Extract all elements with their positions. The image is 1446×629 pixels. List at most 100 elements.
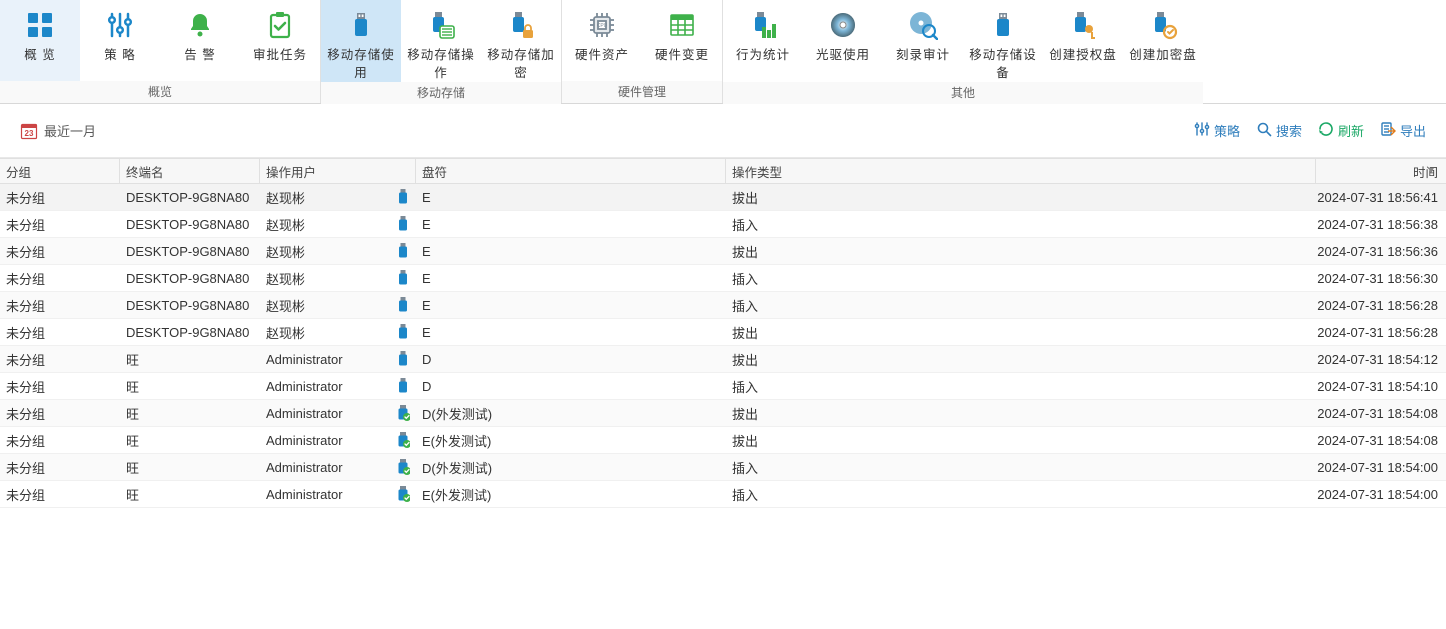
cell-time: 2024-07-31 18:56:28 bbox=[1316, 298, 1444, 313]
ribbon-create-enc[interactable]: 创建加密盘 bbox=[1123, 0, 1203, 82]
table-row[interactable]: 未分组DESKTOP-9G8NA80赵现彬E拔出2024-07-31 18:56… bbox=[0, 184, 1446, 211]
cell-host: 旺 bbox=[120, 350, 260, 369]
table-body: 未分组DESKTOP-9G8NA80赵现彬E拔出2024-07-31 18:56… bbox=[0, 184, 1446, 508]
table-row[interactable]: 未分组旺AdministratorD拔出2024-07-31 18:54:12 bbox=[0, 346, 1446, 373]
cell-user: Administrator bbox=[260, 487, 390, 502]
cell-time: 2024-07-31 18:54:08 bbox=[1316, 433, 1444, 448]
cell-user: 赵现彬 bbox=[260, 269, 390, 288]
ribbon-overview[interactable]: 概 览 bbox=[0, 0, 80, 81]
cell-time: 2024-07-31 18:54:12 bbox=[1316, 352, 1444, 367]
calendar-day-number: 23 bbox=[25, 129, 34, 138]
col-user[interactable]: 操作用户 bbox=[260, 159, 416, 183]
ribbon-item-label: 创建授权盘 bbox=[1049, 46, 1117, 64]
cell-user: Administrator bbox=[260, 433, 390, 448]
grid-icon bbox=[23, 8, 57, 42]
cell-host: 旺 bbox=[120, 404, 260, 423]
cell-user: Administrator bbox=[260, 406, 390, 421]
cell-group: 未分组 bbox=[0, 323, 120, 342]
usb-chart-icon bbox=[746, 8, 780, 42]
ribbon-group: 行为统计光驱使用刻录审计移动存储设备创建授权盘创建加密盘其他 bbox=[723, 0, 1203, 103]
table-row[interactable]: 未分组旺AdministratorD(外发测试)插入2024-07-31 18:… bbox=[0, 454, 1446, 481]
cell-drive: D bbox=[416, 379, 726, 394]
ribbon-hw-change[interactable]: 硬件变更 bbox=[642, 0, 722, 81]
events-table: 分组 终端名 操作用户 盘符 操作类型 时间 ▼ 未分组DESKTOP-9G8N… bbox=[0, 158, 1446, 508]
policy-button[interactable]: 策略 bbox=[1194, 121, 1240, 140]
col-host[interactable]: 终端名 bbox=[120, 159, 260, 183]
table-row[interactable]: 未分组旺AdministratorE(外发测试)拔出2024-07-31 18:… bbox=[0, 427, 1446, 454]
usb-icon bbox=[390, 324, 416, 340]
sliders-icon bbox=[103, 8, 137, 42]
cell-host: 旺 bbox=[120, 431, 260, 450]
ribbon-group-title: 概览 bbox=[0, 81, 320, 103]
cell-host: DESKTOP-9G8NA80 bbox=[120, 271, 260, 286]
col-group[interactable]: 分组 bbox=[0, 159, 120, 183]
ribbon-hw-asset[interactable]: CPU硬件资产 bbox=[562, 0, 642, 81]
cell-host: DESKTOP-9G8NA80 bbox=[120, 298, 260, 313]
ribbon-usb-op[interactable]: 移动存储操作 bbox=[401, 0, 481, 82]
cell-op: 拔出 bbox=[726, 350, 1316, 369]
clipboard-icon bbox=[263, 8, 297, 42]
cell-drive: E(外发测试) bbox=[416, 431, 726, 450]
usb-icon bbox=[986, 8, 1020, 42]
cell-drive: E bbox=[416, 325, 726, 340]
col-drive[interactable]: 盘符 bbox=[416, 159, 726, 183]
ribbon-alert[interactable]: 告 警 bbox=[160, 0, 240, 81]
col-op[interactable]: 操作类型 bbox=[726, 159, 1316, 183]
cell-user: 赵现彬 bbox=[260, 215, 390, 234]
table-row[interactable]: 未分组DESKTOP-9G8NA80赵现彬E拔出2024-07-31 18:56… bbox=[0, 238, 1446, 265]
usb-icon bbox=[390, 486, 416, 502]
disc-icon bbox=[826, 8, 860, 42]
ribbon-item-label: 移动存储加密 bbox=[481, 46, 561, 82]
ribbon-behavior[interactable]: 行为统计 bbox=[723, 0, 803, 82]
table-row[interactable]: 未分组DESKTOP-9G8NA80赵现彬E插入2024-07-31 18:56… bbox=[0, 292, 1446, 319]
ribbon-create-auth[interactable]: 创建授权盘 bbox=[1043, 0, 1123, 82]
table-row[interactable]: 未分组旺AdministratorE(外发测试)插入2024-07-31 18:… bbox=[0, 481, 1446, 508]
export-icon bbox=[1380, 121, 1396, 140]
search-button[interactable]: 搜索 bbox=[1256, 121, 1302, 140]
table-row[interactable]: 未分组DESKTOP-9G8NA80赵现彬E插入2024-07-31 18:56… bbox=[0, 265, 1446, 292]
usb-icon bbox=[390, 432, 416, 448]
refresh-button[interactable]: 刷新 bbox=[1318, 121, 1364, 140]
usb-icon bbox=[390, 459, 416, 475]
ribbon-item-label: 刻录审计 bbox=[896, 46, 950, 64]
cpu-icon: CPU bbox=[585, 8, 619, 42]
cell-op: 拔出 bbox=[726, 404, 1316, 423]
ribbon-group: 移动存储使用移动存储操作移动存储加密移动存储 bbox=[321, 0, 562, 103]
ribbon-group-title: 硬件管理 bbox=[562, 81, 722, 103]
cell-user: Administrator bbox=[260, 379, 390, 394]
filter-bar: 23 最近一月 策略 搜索 bbox=[0, 104, 1446, 158]
ribbon-burn-audit[interactable]: 刻录审计 bbox=[883, 0, 963, 82]
ribbon-group-title: 移动存储 bbox=[321, 82, 561, 104]
ribbon-usb-usage[interactable]: 移动存储使用 bbox=[321, 0, 401, 82]
sliders-icon bbox=[1194, 121, 1210, 140]
table-row[interactable]: 未分组DESKTOP-9G8NA80赵现彬E拔出2024-07-31 18:56… bbox=[0, 319, 1446, 346]
table-row[interactable]: 未分组DESKTOP-9G8NA80赵现彬E插入2024-07-31 18:56… bbox=[0, 211, 1446, 238]
cell-drive: D(外发测试) bbox=[416, 458, 726, 477]
ribbon-approval[interactable]: 审批任务 bbox=[240, 0, 320, 81]
table-row[interactable]: 未分组旺AdministratorD插入2024-07-31 18:54:10 bbox=[0, 373, 1446, 400]
cell-drive: E bbox=[416, 298, 726, 313]
ribbon-usb-encrypt[interactable]: 移动存储加密 bbox=[481, 0, 561, 82]
ribbon-item-label: 创建加密盘 bbox=[1129, 46, 1197, 64]
cell-time: 2024-07-31 18:56:38 bbox=[1316, 217, 1444, 232]
cell-user: Administrator bbox=[260, 460, 390, 475]
ribbon-policy[interactable]: 策 略 bbox=[80, 0, 160, 81]
ribbon-item-label: 告 警 bbox=[184, 46, 215, 64]
export-button[interactable]: 导出 bbox=[1380, 121, 1426, 140]
date-range-picker[interactable]: 23 最近一月 bbox=[20, 121, 96, 140]
usb-icon bbox=[390, 297, 416, 313]
col-time[interactable]: 时间 ▼ bbox=[1316, 159, 1444, 183]
ribbon-optical[interactable]: 光驱使用 bbox=[803, 0, 883, 82]
table-row[interactable]: 未分组旺AdministratorD(外发测试)拔出2024-07-31 18:… bbox=[0, 400, 1446, 427]
cell-group: 未分组 bbox=[0, 188, 120, 207]
ribbon-item-label: 光驱使用 bbox=[816, 46, 870, 64]
cell-group: 未分组 bbox=[0, 269, 120, 288]
cell-op: 插入 bbox=[726, 485, 1316, 504]
usb-lock-icon bbox=[504, 8, 538, 42]
calendar-icon: 23 bbox=[20, 122, 38, 140]
filter-actions: 策略 搜索 刷新 bbox=[1194, 121, 1426, 140]
disc-audit-icon bbox=[906, 8, 940, 42]
ribbon-usb-device[interactable]: 移动存储设备 bbox=[963, 0, 1043, 82]
usb-icon bbox=[344, 8, 378, 42]
cell-time: 2024-07-31 18:54:08 bbox=[1316, 406, 1444, 421]
